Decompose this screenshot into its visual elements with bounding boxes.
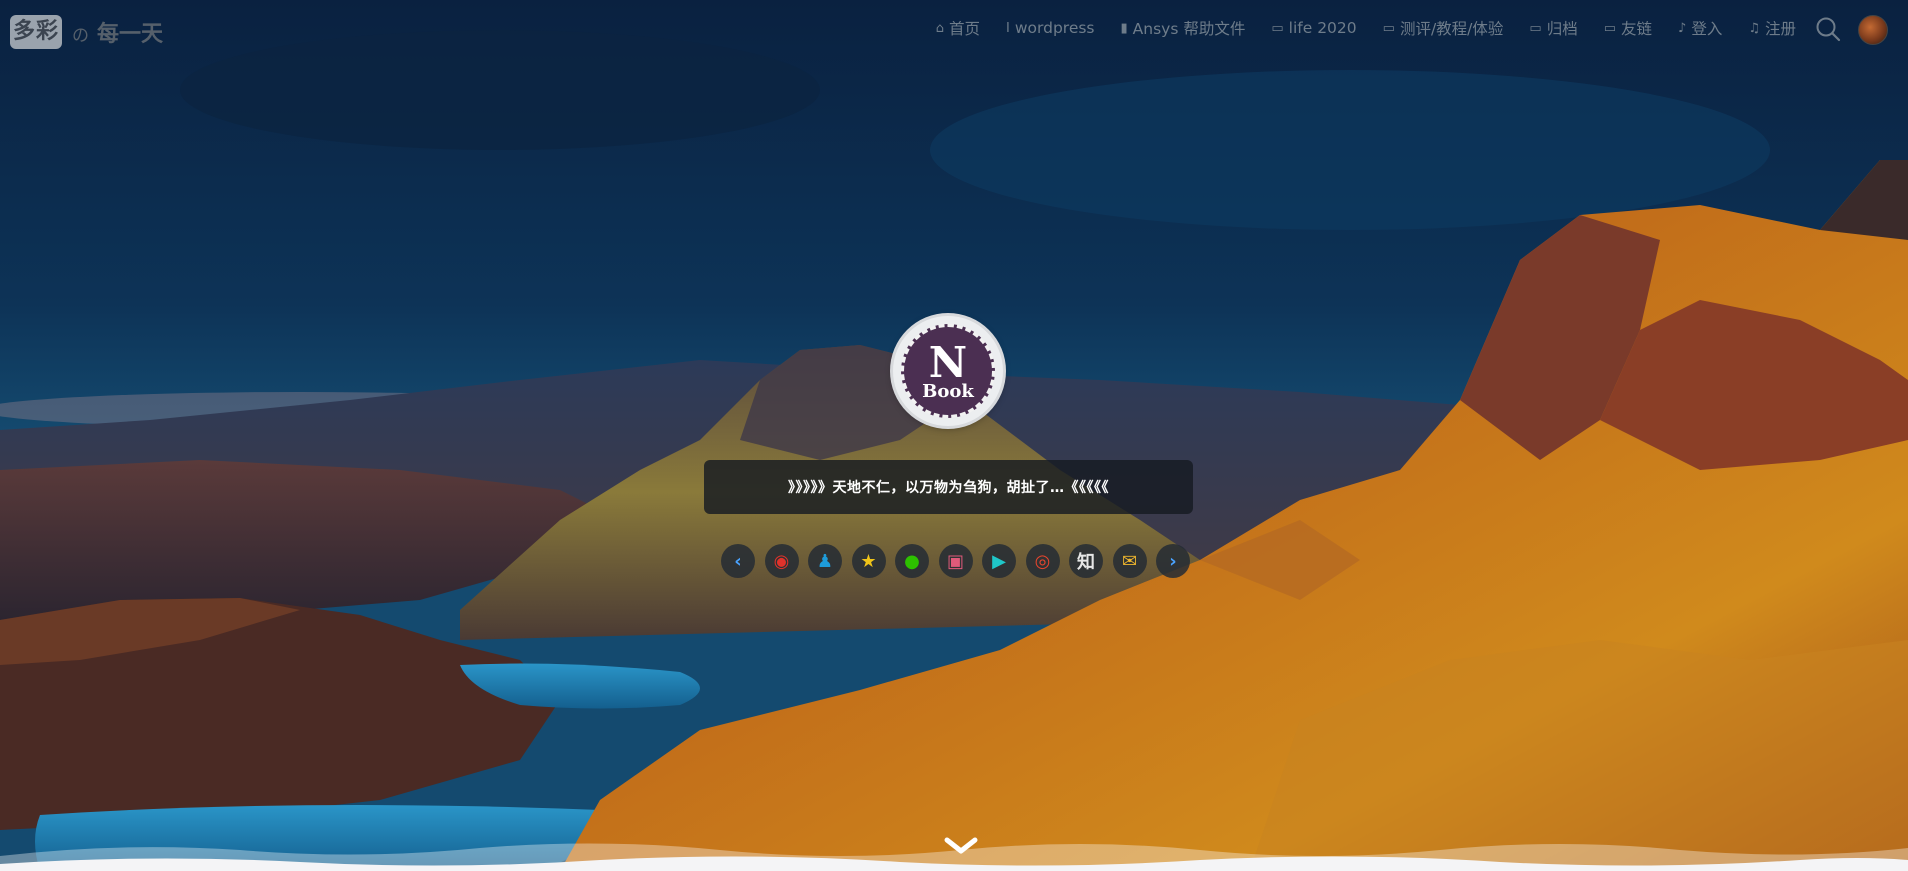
nav-item-wordpress[interactable]: Ⅰwordpress [1006, 19, 1095, 37]
wechat-icon[interactable]: ● [895, 544, 929, 578]
motto-banner: 》》》》》天地不仁，以万物为刍狗，胡扯了…《《《《《 [704, 460, 1193, 514]
nav-label: Ansys 帮助文件 [1132, 20, 1246, 38]
prev-arrow-icon[interactable]: ‹ [721, 544, 755, 578]
user-avatar[interactable] [1858, 15, 1888, 45]
nav-label: 归档 [1546, 20, 1578, 38]
social-glyph: ◎ [1034, 550, 1051, 572]
nav-label: life 2020 [1288, 19, 1357, 37]
social-glyph: › [1169, 550, 1177, 572]
book-avatar[interactable]: N Book [893, 316, 1003, 426]
logo-title: 每一天 [97, 22, 164, 47]
nav-item-links[interactable]: ▭ 友链 [1604, 17, 1652, 39]
nav-label: wordpress [1014, 19, 1095, 37]
qq-icon[interactable]: ♟ [808, 544, 842, 578]
battery-icon: ▭ [1271, 20, 1284, 36]
nav-item-life[interactable]: ▭ life 2020 [1271, 19, 1356, 37]
nav-item-login[interactable]: ♪ 登入 [1678, 17, 1722, 39]
social-links: ‹ ◉ ♟ ★ ● ▣ ▶ ◎ 知 ✉ › [721, 544, 1190, 578]
bell-outline-icon: ♫ [1748, 20, 1760, 36]
nav-item-archive[interactable]: ▭ 归档 [1529, 17, 1577, 39]
logo-badge: 多彩 [10, 15, 63, 49]
home-icon: ⌂ [935, 20, 944, 36]
battery-icon: ▭ [1603, 20, 1616, 36]
nav-label: 友链 [1621, 20, 1653, 38]
hero-background [0, 0, 1908, 871]
file-icon: ▮ [1120, 20, 1128, 36]
nav-label: 测评/教程/体验 [1399, 20, 1504, 38]
book-letter: N [928, 338, 968, 387]
logo-no: の [72, 26, 90, 46]
social-glyph: ▶ [992, 550, 1006, 572]
weibo-icon[interactable]: ◉ [764, 544, 799, 578]
netease-music-icon[interactable]: ◎ [1025, 544, 1060, 578]
social-glyph: ★ [860, 550, 877, 572]
bell-icon: ♪ [1678, 20, 1687, 36]
social-glyph: ✉ [1121, 550, 1138, 572]
favorite-star-icon[interactable]: ★ [851, 544, 886, 578]
social-glyph: ‹ [734, 550, 742, 572]
scroll-down-chevron-icon[interactable] [943, 836, 979, 856]
nav-item-register[interactable]: ♫ 注册 [1748, 17, 1796, 39]
social-glyph: 知 [1077, 552, 1095, 573]
top-navigation: 多彩 の每一天 ⌂ 首页 Ⅰwordpress ▮ Ansys 帮助文件 ▭ life… [0, 0, 1908, 58]
search-icon[interactable] [1815, 16, 1841, 42]
nav-label: 注册 [1764, 20, 1796, 38]
logo-text: の每一天 [72, 16, 163, 48]
social-glyph: ◉ [773, 550, 790, 572]
next-arrow-icon[interactable]: › [1156, 544, 1190, 578]
motto-text: 》》》》》天地不仁，以万物为刍狗，胡扯了…《《《《《 [788, 480, 1109, 496]
battery-icon: ▭ [1382, 20, 1395, 36]
email-icon[interactable]: ✉ [1112, 544, 1147, 578]
social-glyph: ● [904, 550, 920, 572]
nav-label: 首页 [948, 20, 980, 38]
zhihu-icon[interactable]: 知 [1069, 544, 1103, 578]
book-logo: N Book [901, 324, 995, 418]
social-glyph: ▣ [946, 550, 964, 572]
play-circle-icon[interactable]: ▶ [982, 544, 1016, 578]
social-glyph: ♟ [816, 550, 834, 572]
nav-item-home[interactable]: ⌂ 首页 [936, 17, 980, 39]
nav-item-ansys[interactable]: ▮ Ansys 帮助文件 [1121, 17, 1246, 39]
nav-item-review[interactable]: ▭ 测评/教程/体验 [1383, 17, 1504, 39]
nav-menu: ⌂ 首页 Ⅰwordpress ▮ Ansys 帮助文件 ▭ life 2020 ▭ 测… [910, 17, 1796, 39]
battery-icon: ▭ [1529, 20, 1542, 36]
bilibili-icon[interactable]: ▣ [938, 544, 973, 578]
thermometer-icon: Ⅰ [1006, 20, 1010, 36]
book-word: Book [922, 381, 974, 402]
nav-label: 登入 [1691, 20, 1723, 38]
site-logo[interactable]: 多彩 の每一天 [10, 14, 163, 50]
